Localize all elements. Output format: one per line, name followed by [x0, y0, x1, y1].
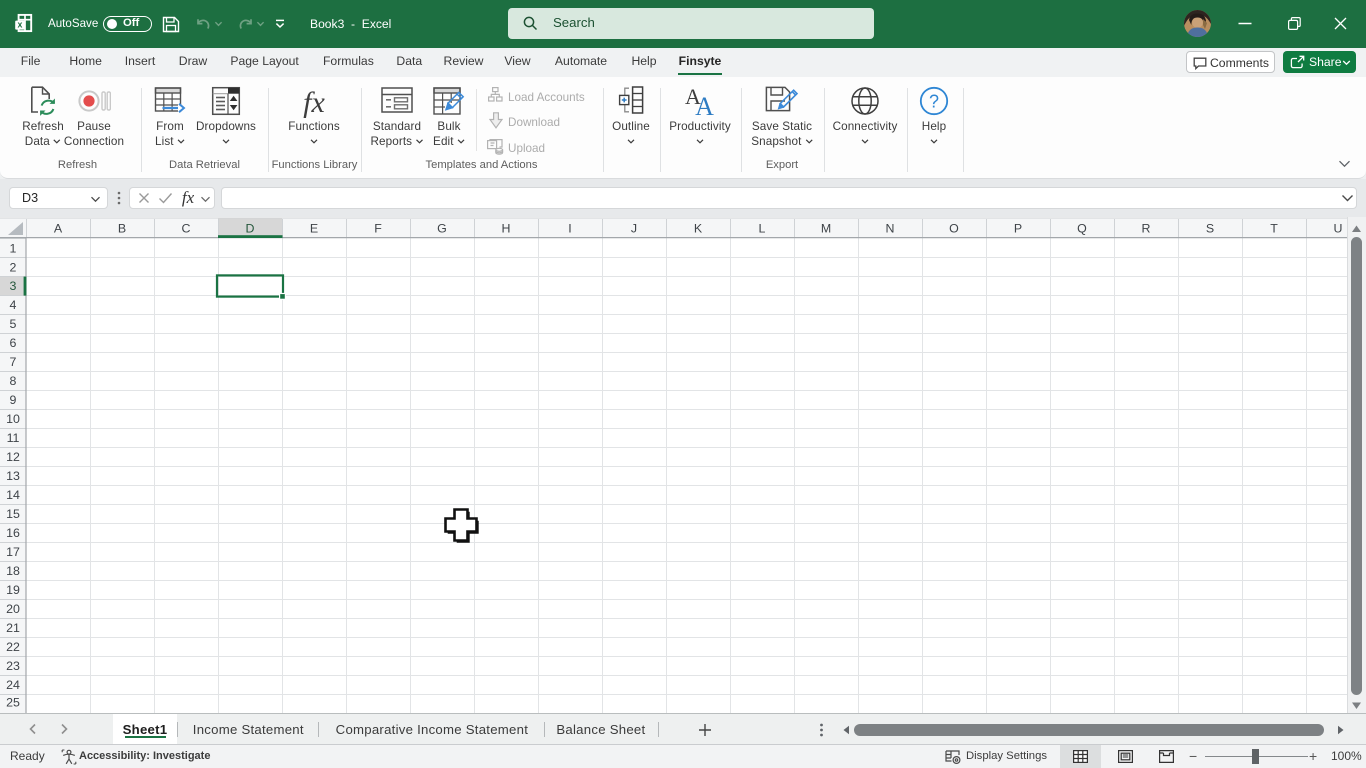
svg-text:13: 13: [6, 469, 20, 483]
svg-text:9: 9: [10, 393, 17, 407]
svg-text:7: 7: [10, 355, 17, 369]
svg-text:11: 11: [7, 431, 20, 445]
svg-text:20: 20: [6, 602, 20, 616]
svg-text:25: 25: [6, 696, 20, 710]
svg-text:23: 23: [6, 659, 20, 673]
svg-text:6: 6: [10, 336, 17, 350]
svg-text:T: T: [1270, 221, 1278, 235]
svg-text:fx: fx: [182, 188, 195, 207]
svg-text:24: 24: [6, 678, 20, 692]
svg-text:2: 2: [10, 260, 17, 274]
svg-text:Q: Q: [1077, 221, 1087, 235]
svg-text:15: 15: [6, 507, 20, 521]
svg-text:?: ?: [929, 92, 939, 112]
svg-text:M: M: [821, 221, 831, 235]
svg-text:D: D: [246, 221, 255, 235]
svg-text:10: 10: [6, 412, 20, 426]
svg-text:F: F: [374, 221, 382, 235]
svg-text:S: S: [1206, 221, 1214, 235]
svg-text:K: K: [694, 221, 703, 235]
svg-text:17: 17: [6, 545, 20, 559]
svg-text:fx: fx: [303, 86, 325, 118]
svg-text:1: 1: [10, 241, 17, 255]
svg-text:L: L: [759, 221, 766, 235]
svg-text:x: x: [17, 20, 22, 30]
svg-text:C: C: [182, 221, 191, 235]
svg-text:H: H: [502, 221, 511, 235]
svg-text:5: 5: [10, 317, 17, 331]
svg-text:J: J: [631, 221, 637, 235]
svg-text:3: 3: [10, 279, 17, 293]
svg-text:P: P: [1014, 221, 1022, 235]
svg-text:8: 8: [10, 374, 17, 388]
svg-text:I: I: [568, 221, 571, 235]
svg-text:12: 12: [6, 450, 20, 464]
svg-text:O: O: [949, 221, 959, 235]
svg-text:E: E: [310, 221, 318, 235]
svg-text:A: A: [54, 221, 63, 235]
svg-text:22: 22: [6, 640, 20, 654]
svg-text:4: 4: [10, 298, 17, 312]
svg-text:18: 18: [6, 564, 20, 578]
svg-text:G: G: [437, 221, 447, 235]
svg-text:19: 19: [6, 583, 20, 597]
svg-text:16: 16: [6, 526, 20, 540]
svg-text:14: 14: [6, 488, 20, 502]
svg-text:21: 21: [6, 621, 20, 635]
svg-text:A: A: [695, 92, 714, 116]
svg-text:B: B: [118, 221, 126, 235]
svg-text:R: R: [1142, 221, 1151, 235]
svg-text:U: U: [1334, 221, 1343, 235]
svg-text:N: N: [886, 221, 895, 235]
